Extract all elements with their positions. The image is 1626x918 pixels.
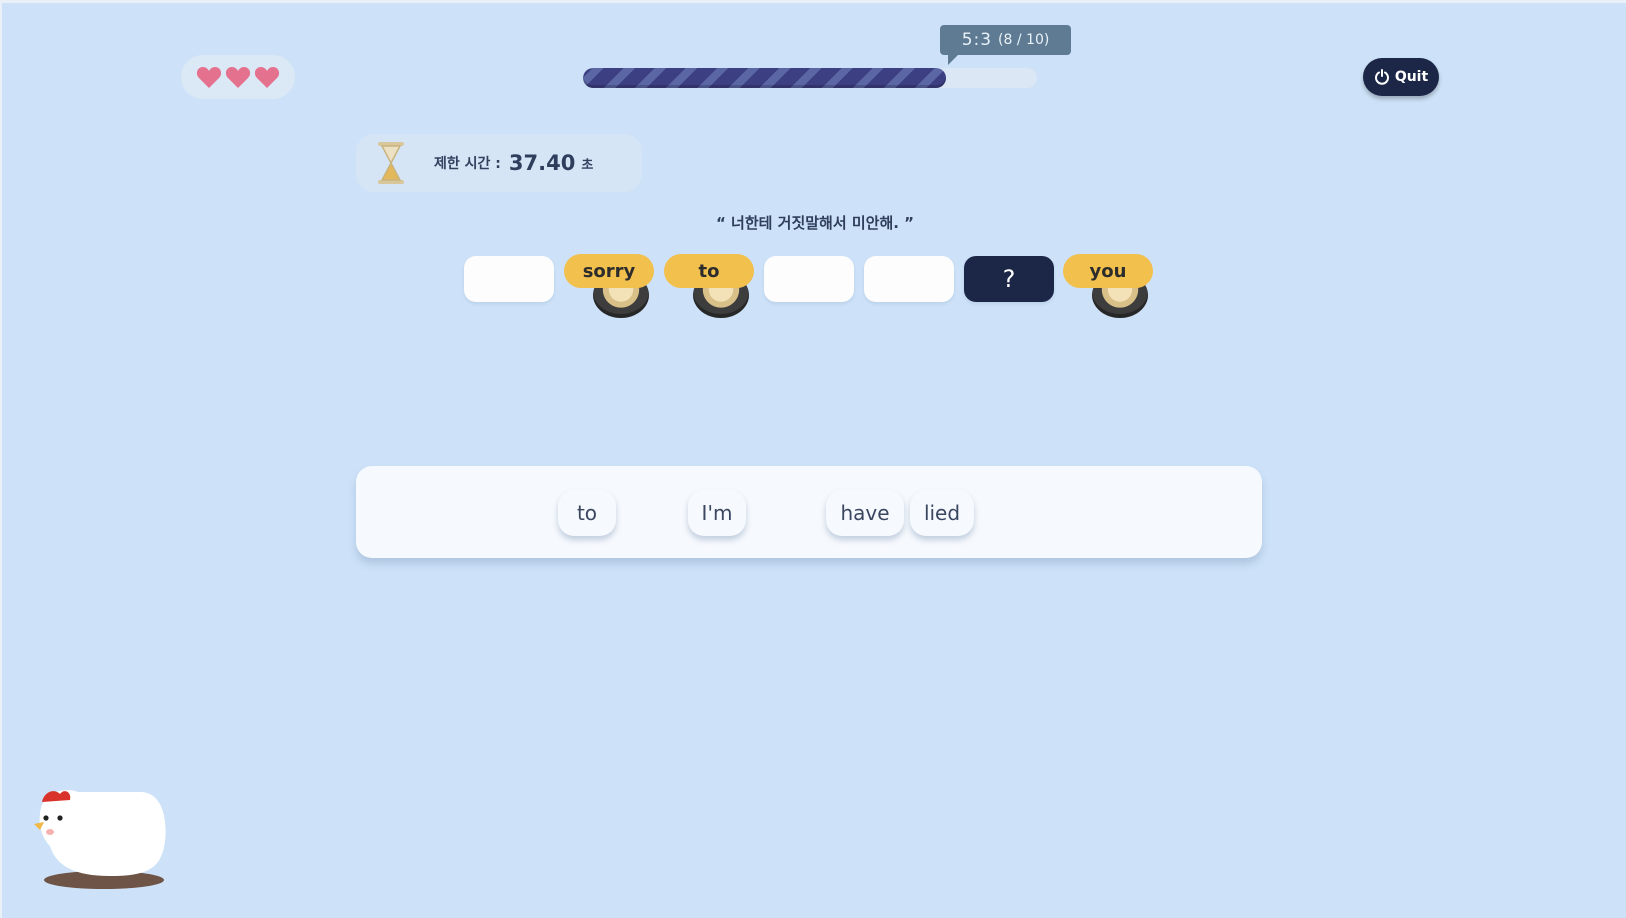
answer-slot-1[interactable] [464, 256, 554, 302]
progress-bar [583, 68, 1037, 88]
question-counter: (8 / 10) [998, 32, 1050, 48]
heart-icon [225, 67, 251, 88]
word-bank: to I'm have lied [356, 466, 1262, 558]
power-icon [1374, 69, 1389, 85]
answer-slot-5[interactable] [864, 256, 954, 302]
score-bubble: 5:3 (8 / 10) [940, 25, 1071, 65]
quit-label: Quit [1394, 69, 1429, 85]
quit-button[interactable]: Quit [1363, 58, 1439, 96]
heart-icon [196, 67, 222, 88]
answer-chip-sorry[interactable]: sorry [564, 254, 654, 288]
heart-icon [254, 67, 280, 88]
answer-chip-to[interactable]: to [664, 254, 754, 288]
timer-unit: 초 [581, 157, 594, 173]
word-tile[interactable]: I'm [688, 490, 746, 536]
game-frame [0, 0, 1626, 918]
word-tile[interactable]: to [558, 490, 616, 536]
timer-value: 37.40 [508, 151, 576, 175]
answer-slot-4[interactable] [764, 256, 854, 302]
chicken-mascot [34, 790, 166, 889]
word-tile[interactable]: have [826, 490, 904, 536]
timer-label: 제한 시간 : [434, 156, 501, 172]
word-tile[interactable]: lied [910, 490, 974, 536]
hourglass-icon [378, 142, 404, 184]
lives-indicator [181, 55, 295, 99]
korean-prompt: “ 너한테 거짓말해서 미안해. ” [715, 214, 915, 232]
progress-fill [583, 68, 947, 88]
answer-slot-current[interactable]: ? [964, 256, 1054, 302]
answer-chip-you[interactable]: you [1063, 254, 1153, 288]
score-value: 5:3 [961, 30, 993, 50]
timer-panel: 제한 시간 : 37.40 초 [356, 134, 642, 192]
